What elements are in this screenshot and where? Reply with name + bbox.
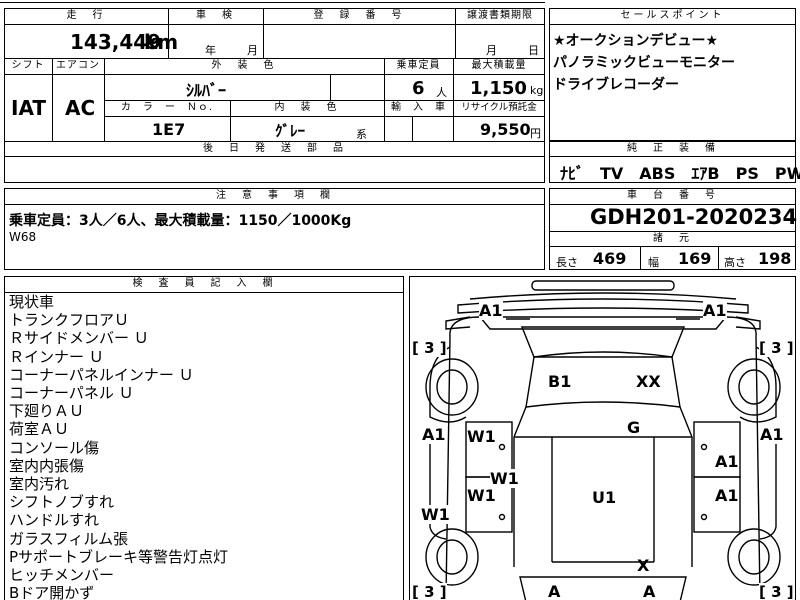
tire-front-left: [ 3 ]	[412, 339, 447, 357]
mark-w1-left-lower: W1	[467, 486, 496, 505]
mark-a1-front-right: A1	[703, 301, 727, 320]
color-no-label: カ ラ ー Ｎｏ.	[120, 102, 214, 113]
import-label: 輸 入 車	[391, 102, 446, 113]
mark-xx: XX	[636, 372, 661, 391]
notes-line-1: 乗車定員：3人／6人、最大積載量：1150／1000Kg	[9, 213, 352, 229]
color-no-value: 1E7	[152, 120, 186, 139]
inspector-label: 検 査 員 記 入 欄	[132, 278, 276, 289]
mark-w1-far-left: W1	[421, 505, 450, 524]
recycle-value: 9,550	[480, 120, 531, 139]
exterior-color-value: ｼﾙﾊﾞｰ	[186, 81, 227, 100]
inspector-line: ヒッチメンバー	[9, 566, 115, 585]
capacity-value: 6	[412, 78, 425, 99]
mileage-label: 走 行	[66, 10, 106, 21]
mark-a1-right: A1	[760, 425, 784, 444]
interior-color-label: 内 装 色	[274, 102, 340, 113]
mark-w1-left-upper: W1	[467, 427, 496, 446]
chassis-label: 車 台 番 号	[627, 190, 718, 201]
max-load-unit: kg	[530, 84, 544, 97]
inspection-label: 車 検	[196, 10, 235, 21]
inspector-line: Bドア開かず	[9, 584, 95, 600]
inspector-line: トランクフロアＵ	[9, 311, 130, 330]
width-label: 幅	[648, 256, 659, 269]
capacity-label: 乗車定員	[396, 60, 441, 71]
transfer-day: 日	[528, 44, 539, 57]
inspector-line: コンソール傷	[9, 438, 100, 457]
inspector-line: コーナーパネル Ｕ	[9, 384, 134, 403]
length-value: 469	[593, 249, 627, 268]
length-label: 長さ	[556, 256, 578, 269]
notes-label: 注 意 事 項 欄	[216, 190, 333, 201]
inspector-line: 室内汚れ	[9, 475, 70, 494]
aircon-value: AC	[65, 96, 96, 120]
interior-color-value: ｸﾞﾚｰ	[275, 122, 306, 140]
sales-point-line-2: パノラミックビューモニター	[553, 55, 735, 71]
inspection-month: 月	[247, 44, 258, 57]
max-load-label: 最大積載量	[471, 60, 527, 71]
later-parts-label: 後 日 発 送 部 品	[203, 143, 346, 154]
inspector-line: ガラスフィルム張	[9, 529, 129, 548]
sales-points-label: セールスポイント	[620, 10, 725, 21]
inspector-line: 荷室ＡＵ	[9, 420, 70, 439]
tire-rear-right: [ 3 ]	[759, 583, 794, 600]
inspector-line: Ｒインナー Ｕ	[9, 347, 104, 366]
inspection-year: 年	[205, 44, 216, 57]
max-load-value: 1,150	[470, 78, 527, 99]
mark-x: X	[637, 556, 650, 575]
notes-line-2: W68	[9, 230, 37, 244]
inspector-line: シフトノブすれ	[9, 493, 115, 512]
inspector-line: 室内内張傷	[9, 456, 85, 475]
width-value: 169	[678, 249, 712, 268]
mileage-unit: km	[144, 30, 179, 54]
inspector-line: 下廻りＡＵ	[9, 402, 85, 421]
capacity-unit: 人	[436, 86, 447, 99]
mark-a1-left: A1	[422, 425, 446, 444]
sales-point-line-1: ★オークションデビュー★	[553, 33, 719, 49]
inspector-line: コーナーパネルインナー Ｕ	[9, 365, 194, 384]
mark-a1-right-upper: A1	[715, 452, 739, 471]
top-cutoff-border	[0, 2, 545, 3]
interior-color-suffix: 系	[356, 128, 367, 141]
mark-b1: B1	[548, 372, 572, 391]
aircon-label: エアコン	[56, 60, 100, 71]
mark-g: G	[627, 418, 641, 437]
shift-label: シフト	[11, 60, 45, 71]
inspector-list: 現状車 トランクフロアＵ Ｒサイドメンバー Ｕ Ｒインナー Ｕ コーナーパネルイ…	[9, 293, 228, 600]
inspector-line: Pサポートブレーキ等警告灯点灯	[9, 547, 229, 566]
exterior-color-label: 外 装 色	[211, 60, 277, 71]
transfer-deadline-label: 譲渡書類期限	[467, 10, 533, 21]
recycle-label: リサイクル預託金	[461, 102, 537, 113]
height-value: 198	[758, 249, 792, 268]
equipment-value: ﾅﾋﾞ TV ABS ｴｱB PS PW	[560, 164, 800, 183]
tire-front-right: [ 3 ]	[759, 339, 794, 357]
mark-a-rear-left: A	[548, 582, 561, 600]
transfer-month: 月	[486, 44, 497, 57]
inspector-line: Ｒサイドメンバー Ｕ	[9, 329, 149, 348]
car-diagram-box: [ 3 ] [ 3 ] [ 3 ] [ 3 ] A1 A1 B1 XX G A1…	[409, 276, 796, 600]
dimensions-label: 諸 元	[653, 233, 692, 244]
registration-label: 登 録 番 号	[313, 10, 405, 21]
height-label: 高さ	[724, 256, 746, 269]
recycle-unit: 円	[530, 127, 541, 140]
inspector-line: 現状車	[9, 293, 55, 311]
mark-a1-front-left: A1	[479, 301, 503, 320]
inspector-line: ハンドルすれ	[9, 511, 100, 530]
chassis-value: GDH201-2020234	[590, 205, 798, 229]
equipment-label: 純 正 装 備	[627, 143, 718, 154]
mark-a1-right-lower: A1	[715, 486, 739, 505]
mark-u1: U1	[592, 488, 617, 507]
tire-rear-left: [ 3 ]	[412, 583, 447, 600]
shift-value: IAT	[11, 96, 47, 120]
sales-point-line-3: ドライブレコーダー	[553, 77, 679, 93]
mark-a-rear-right: A	[643, 582, 656, 600]
